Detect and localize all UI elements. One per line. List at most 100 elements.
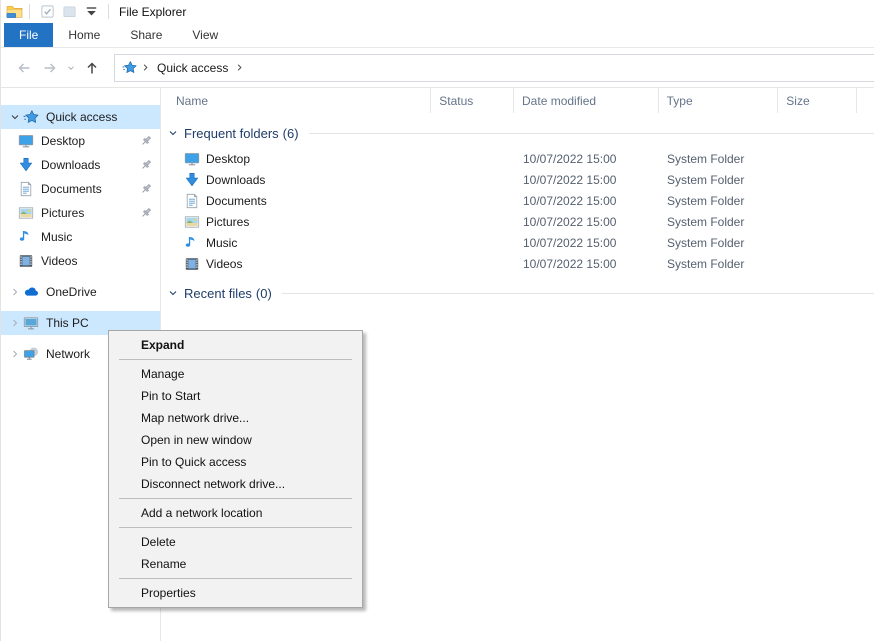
expand-chevron-icon[interactable] bbox=[9, 348, 23, 360]
column-header-label: Type bbox=[667, 94, 693, 108]
recent-locations-button[interactable] bbox=[63, 55, 79, 81]
cell-type: System Folder bbox=[659, 169, 779, 190]
qat-button[interactable] bbox=[36, 2, 58, 21]
chevron-down-icon[interactable] bbox=[167, 287, 179, 299]
file-row[interactable]: Downloads 10/07/2022 15:00 System Folder bbox=[161, 169, 874, 190]
breadcrumb-chevron-icon[interactable] bbox=[234, 62, 245, 73]
sidebar-item-label: Videos bbox=[41, 254, 77, 268]
column-header[interactable]: Date modified bbox=[513, 88, 658, 113]
breadcrumb-location[interactable]: Quick access bbox=[157, 61, 228, 75]
context-menu-item-label: Pin to Start bbox=[141, 389, 200, 403]
file-row[interactable]: Documents 10/07/2022 15:00 System Folder bbox=[161, 190, 874, 211]
sidebar-item[interactable]: Documents bbox=[1, 177, 160, 201]
expand-chevron-icon[interactable] bbox=[9, 286, 23, 298]
sidebar-item-icon bbox=[23, 315, 39, 331]
folder-item-icon bbox=[184, 172, 200, 188]
ribbon-tab[interactable]: File bbox=[4, 23, 53, 47]
context-menu-item-label: Delete bbox=[141, 535, 176, 549]
cell-date-modified: 10/07/2022 15:00 bbox=[514, 190, 659, 211]
quick-access-star-icon bbox=[122, 60, 137, 75]
cell-status bbox=[431, 211, 514, 232]
context-menu-item[interactable]: Rename bbox=[109, 553, 362, 575]
up-arrow-icon bbox=[84, 60, 100, 76]
context-menu-item-label: Disconnect network drive... bbox=[141, 477, 285, 491]
qat-button[interactable] bbox=[80, 2, 102, 21]
file-row[interactable]: Pictures 10/07/2022 15:00 System Folder bbox=[161, 211, 874, 232]
context-menu-separator bbox=[119, 527, 352, 528]
column-header[interactable]: Size bbox=[777, 88, 856, 113]
sidebar-item-label: Network bbox=[46, 347, 90, 361]
context-menu-item[interactable]: Properties bbox=[109, 582, 362, 604]
sidebar-item[interactable]: Downloads bbox=[1, 153, 160, 177]
ribbon-tab-label: Share bbox=[130, 28, 162, 42]
cell-date-modified: 10/07/2022 15:00 bbox=[514, 232, 659, 253]
context-menu-item[interactable]: Map network drive... bbox=[109, 407, 362, 429]
pin-icon bbox=[140, 159, 152, 171]
breadcrumb-chevron-icon[interactable] bbox=[140, 62, 151, 73]
cell-name: Music bbox=[161, 232, 431, 253]
address-bar[interactable]: Quick access bbox=[114, 54, 874, 82]
context-menu: Expand Manage Pin to Start Map network d… bbox=[108, 330, 363, 608]
navigation-bar: Quick access bbox=[1, 48, 874, 88]
sidebar-item[interactable]: Desktop bbox=[1, 129, 160, 153]
sidebar-item-label: This PC bbox=[46, 316, 89, 330]
qat-button[interactable] bbox=[58, 2, 80, 21]
titlebar: File Explorer bbox=[1, 0, 874, 23]
context-menu-item[interactable]: Delete bbox=[109, 531, 362, 553]
toolbar-separator bbox=[29, 4, 30, 19]
sidebar-item-label: Music bbox=[41, 230, 72, 244]
sidebar-item[interactable]: Music bbox=[1, 225, 160, 249]
toolbar-separator bbox=[108, 4, 109, 19]
back-button[interactable] bbox=[11, 55, 37, 81]
sidebar-item-label: Desktop bbox=[41, 134, 85, 148]
cell-type: System Folder bbox=[659, 232, 779, 253]
sidebar-item[interactable]: OneDrive bbox=[1, 280, 160, 304]
cell-date-modified: 10/07/2022 15:00 bbox=[514, 148, 659, 169]
sidebar-item[interactable]: Pictures bbox=[1, 201, 160, 225]
context-menu-item[interactable]: Pin to Quick access bbox=[109, 451, 362, 473]
window-title: File Explorer bbox=[119, 5, 186, 19]
file-row[interactable]: Desktop 10/07/2022 15:00 System Folder bbox=[161, 148, 874, 169]
context-menu-item[interactable]: Add a network location bbox=[109, 502, 362, 524]
context-menu-separator bbox=[119, 498, 352, 499]
cell-name: Pictures bbox=[161, 211, 431, 232]
sidebar-item-label: Pictures bbox=[41, 206, 84, 220]
sidebar-item[interactable]: Videos bbox=[1, 249, 160, 273]
file-row[interactable]: Videos 10/07/2022 15:00 System Folder bbox=[161, 253, 874, 274]
group-label: Frequent folders bbox=[184, 126, 279, 141]
forward-button[interactable] bbox=[37, 55, 63, 81]
context-menu-item[interactable]: Open in new window bbox=[109, 429, 362, 451]
cell-type: System Folder bbox=[659, 211, 779, 232]
context-menu-item-label: Expand bbox=[141, 338, 184, 352]
cell-status bbox=[431, 148, 514, 169]
file-explorer-icon[interactable] bbox=[6, 3, 23, 20]
ribbon-tab[interactable]: Home bbox=[53, 23, 115, 47]
expand-chevron-icon[interactable] bbox=[9, 111, 23, 123]
up-button[interactable] bbox=[79, 55, 105, 81]
context-menu-separator bbox=[119, 578, 352, 579]
pin-icon bbox=[140, 135, 152, 147]
column-header[interactable]: Type bbox=[658, 88, 778, 113]
expand-chevron-icon[interactable] bbox=[9, 317, 23, 329]
folder-item-icon bbox=[184, 193, 200, 209]
context-menu-item[interactable]: Disconnect network drive... bbox=[109, 473, 362, 495]
column-header[interactable]: Status bbox=[430, 88, 513, 113]
sidebar-item-icon bbox=[18, 205, 34, 221]
file-row[interactable]: Music 10/07/2022 15:00 System Folder bbox=[161, 232, 874, 253]
cell-status bbox=[431, 190, 514, 211]
back-arrow-icon bbox=[16, 60, 32, 76]
context-menu-item-label: Add a network location bbox=[141, 506, 262, 520]
ribbon-tab[interactable]: View bbox=[177, 23, 233, 47]
chevron-down-icon[interactable] bbox=[167, 127, 179, 139]
sidebar-item-icon bbox=[18, 253, 34, 269]
context-menu-item[interactable]: Expand bbox=[109, 334, 362, 356]
group-count: (0) bbox=[256, 286, 272, 301]
context-menu-item-label: Rename bbox=[141, 557, 186, 571]
context-menu-item[interactable]: Pin to Start bbox=[109, 385, 362, 407]
context-menu-item[interactable]: Manage bbox=[109, 363, 362, 385]
column-header[interactable]: Name bbox=[161, 88, 430, 113]
ribbon-tab[interactable]: Share bbox=[115, 23, 177, 47]
sidebar-item[interactable]: Quick access bbox=[1, 105, 160, 129]
quick-access-toolbar bbox=[36, 2, 102, 21]
cell-status bbox=[431, 253, 514, 274]
